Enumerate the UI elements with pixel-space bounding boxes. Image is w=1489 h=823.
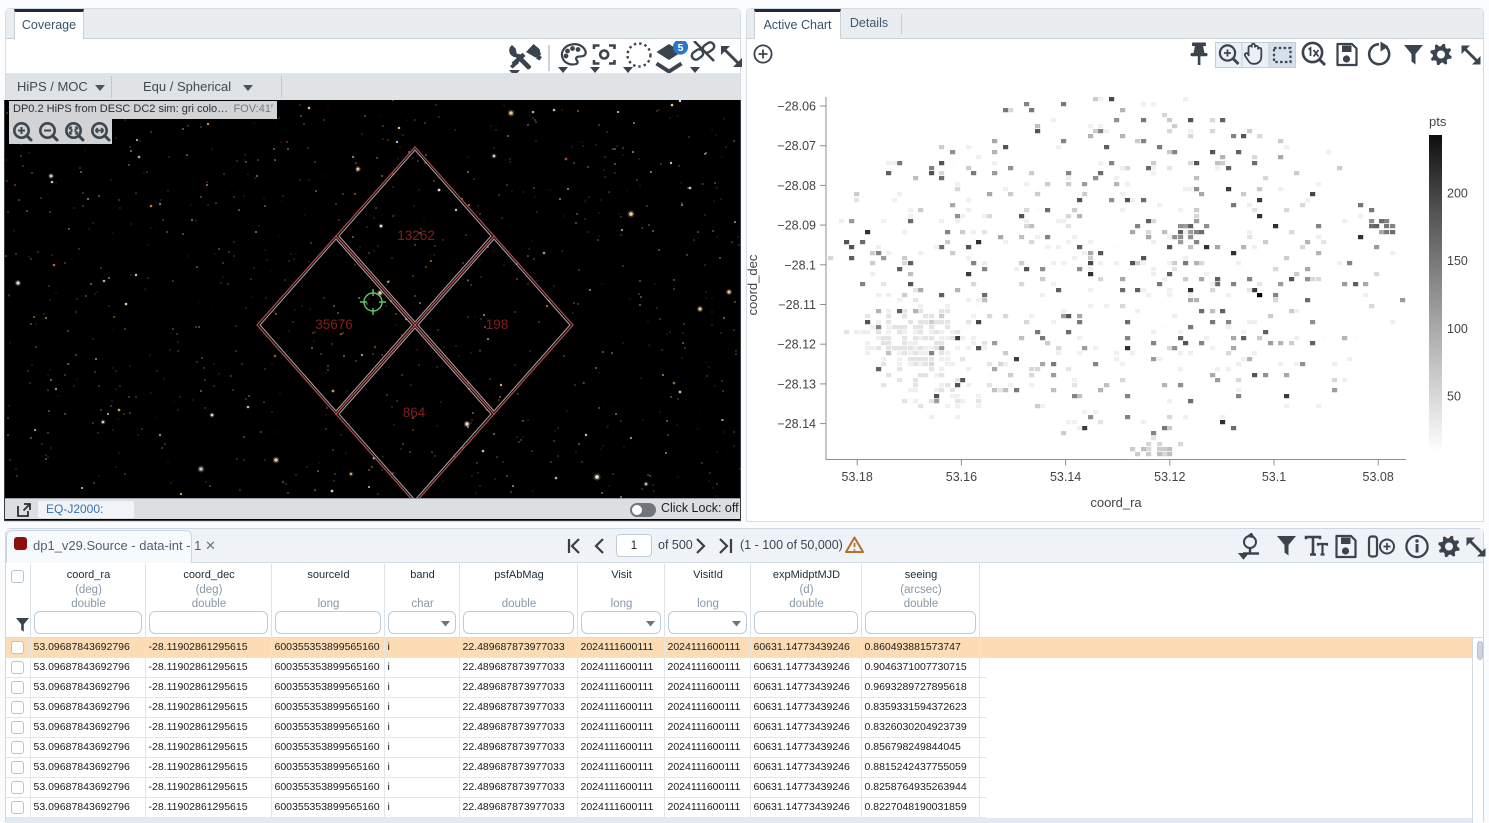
svg-text:coord_ra: coord_ra: [1090, 495, 1142, 510]
svg-text:53.12: 53.12: [1154, 470, 1185, 484]
svg-text:150: 150: [1447, 254, 1468, 268]
svg-text:−28.06: −28.06: [777, 100, 816, 114]
svg-text:coord_dec: coord_dec: [745, 254, 760, 315]
svg-text:53.16: 53.16: [946, 470, 977, 484]
svg-text:50: 50: [1447, 390, 1461, 404]
svg-text:−28.09: −28.09: [777, 219, 816, 233]
svg-text:−28.08: −28.08: [777, 179, 816, 193]
svg-text:100: 100: [1447, 322, 1468, 336]
svg-text:53.18: 53.18: [842, 470, 873, 484]
svg-text:−28.1: −28.1: [784, 258, 816, 272]
svg-text:−28.07: −28.07: [777, 139, 816, 153]
svg-text:200: 200: [1447, 187, 1468, 201]
svg-text:53.08: 53.08: [1363, 470, 1394, 484]
svg-text:53.14: 53.14: [1050, 470, 1081, 484]
svg-text:−28.14: −28.14: [777, 417, 816, 431]
svg-text:−28.12: −28.12: [777, 338, 816, 352]
svg-text:−28.13: −28.13: [777, 377, 816, 391]
svg-text:53.1: 53.1: [1262, 470, 1286, 484]
svg-text:−28.11: −28.11: [778, 298, 816, 312]
svg-text:pts: pts: [1429, 114, 1447, 129]
